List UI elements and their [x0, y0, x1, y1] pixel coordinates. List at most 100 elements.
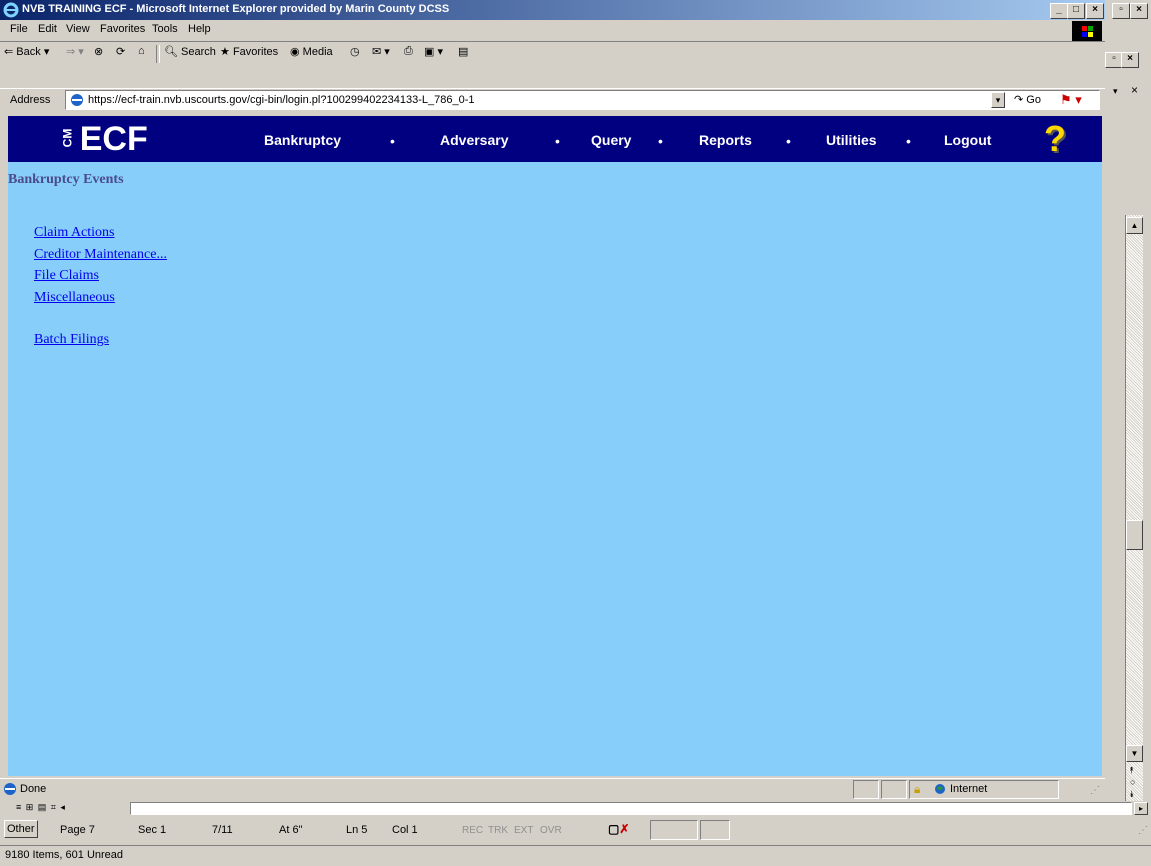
edit-word-icon[interactable]: ▣ ▾	[424, 45, 443, 61]
window-title: NVB TRAINING ECF - Microsoft Internet Ex…	[22, 3, 450, 15]
back-label: Back	[16, 46, 41, 58]
back-button[interactable]: ⇐ Back ▾	[4, 45, 49, 61]
ecf-logo-prefix: CM	[60, 128, 75, 148]
mail-icon[interactable]: ✉ ▾	[372, 45, 390, 61]
minimize-button[interactable]: _	[1050, 3, 1068, 19]
word-status-bar: Other Page 7 Sec 1 7/11 At 6" Ln 5 Col 1…	[0, 817, 1151, 843]
status-line: Ln 5	[346, 824, 368, 836]
search-icon: 🔍︎	[164, 46, 178, 58]
go-button[interactable]: ↷ Go	[1014, 93, 1041, 106]
horizontal-scrollbar[interactable]	[130, 802, 1132, 815]
status-trk[interactable]: TRK	[488, 825, 508, 836]
menu-view[interactable]: View	[66, 23, 90, 35]
next-page-icon[interactable]: ⯯	[1129, 789, 1134, 800]
scroll-down-button[interactable]: ▼	[1126, 745, 1143, 762]
background-scrollbar[interactable]: ▲ ▼ ⯭ ○ ⯯	[1125, 215, 1143, 815]
close-button[interactable]: ×	[1086, 3, 1104, 19]
background-restore-button[interactable]: ▫	[1112, 3, 1130, 19]
link-creditor-maintenance[interactable]: Creditor Maintenance...	[34, 247, 167, 263]
menu-tools[interactable]: Tools	[152, 23, 178, 35]
favorites-label: Favorites	[232, 46, 279, 58]
spelling-status-icon[interactable]: ▢✗	[608, 822, 629, 836]
history-icon[interactable]: ◷	[350, 45, 360, 61]
nav-reports[interactable]: Reports	[699, 132, 752, 148]
nav-adversary[interactable]: Adversary	[440, 132, 509, 148]
status-text: Done	[20, 783, 47, 795]
maximize-button[interactable]: □	[1067, 3, 1085, 19]
help-icon[interactable]: ?	[1044, 118, 1066, 160]
menu-edit[interactable]: Edit	[38, 23, 57, 35]
search-button[interactable]: 🔍︎ Search	[164, 45, 216, 61]
status-rec[interactable]: REC	[462, 825, 483, 836]
ecf-logo: CM ECF	[58, 120, 147, 159]
scroll-up-button[interactable]: ▲	[1126, 217, 1143, 234]
menu-favorites[interactable]: Favorites	[100, 23, 145, 35]
menu-help[interactable]: Help	[188, 23, 211, 35]
zone-label: Internet	[950, 783, 988, 795]
word-view-strip: ≡ ⊞ ▤ ⌗ ◂ ▸	[0, 801, 1151, 816]
globe-icon	[934, 783, 946, 795]
nav-separator: •	[786, 133, 791, 149]
status-ext[interactable]: EXT	[514, 825, 533, 836]
status-section: Sec 1	[138, 824, 167, 836]
menu-bar: File Edit View Favorites Tools Help	[0, 20, 1105, 42]
print-icon[interactable]: ⎙	[404, 45, 413, 61]
refresh-icon[interactable]: ⟳	[116, 45, 125, 61]
nav-query[interactable]: Query	[591, 132, 631, 148]
status-panel	[881, 780, 907, 799]
browse-object-icon[interactable]: ○	[1130, 777, 1135, 787]
media-label: Media	[302, 46, 333, 58]
address-field[interactable]: https://ecf-train.nvb.uscourts.gov/cgi-b…	[65, 90, 1100, 110]
link-miscellaneous[interactable]: Miscellaneous	[34, 290, 115, 306]
status-column: Col 1	[392, 824, 418, 836]
inner-close-button[interactable]: ×	[1121, 52, 1139, 68]
ie-logo-icon	[3, 2, 19, 18]
prev-page-icon[interactable]: ⯭	[1129, 765, 1134, 776]
chevron-down-icon: ▾	[43, 46, 50, 58]
address-dropdown-button[interactable]: ▾	[991, 92, 1005, 108]
scroll-right-button[interactable]: ▸	[1134, 802, 1148, 815]
page-icon	[69, 93, 85, 107]
status-ovr[interactable]: OVR	[540, 825, 562, 836]
nav-utilities[interactable]: Utilities	[826, 132, 877, 148]
status-panel	[650, 820, 698, 840]
other-tab[interactable]: Other	[4, 820, 38, 838]
nav-separator: •	[555, 133, 560, 149]
nav-separator: •	[906, 133, 911, 149]
media-button[interactable]: ◉ Media	[290, 45, 333, 61]
nav-logout[interactable]: Logout	[944, 132, 991, 148]
nav-separator: •	[658, 133, 663, 149]
dropdown-arrow-icon[interactable]: ▾	[1113, 86, 1118, 97]
toolbar-separator	[156, 45, 160, 63]
scroll-thumb[interactable]	[1126, 520, 1143, 550]
outlook-status-bar: 9180 Items, 601 Unread	[0, 845, 1151, 866]
address-label: Address	[10, 94, 51, 106]
go-arrow-icon: ↷	[1014, 94, 1024, 106]
ecf-header: CM ECF Bankruptcy • Adversary • Query • …	[8, 116, 1102, 162]
link-claim-actions[interactable]: Claim Actions	[34, 225, 115, 241]
forward-button[interactable]: ⇒ ▾	[66, 45, 84, 61]
favorites-button[interactable]: ★ Favorites	[220, 45, 278, 61]
back-arrow-icon: ⇐	[4, 46, 14, 58]
resize-grip-icon[interactable]: ⋰	[1090, 785, 1100, 796]
browser-status-bar: Done 🔒︎ Internet ⋰	[0, 778, 1105, 800]
discuss-icon[interactable]: ▤	[458, 45, 468, 61]
resize-grip-icon[interactable]: ⋰	[1138, 825, 1148, 836]
view-buttons[interactable]: ≡ ⊞ ▤ ⌗ ◂	[16, 802, 66, 813]
done-page-icon	[3, 782, 17, 796]
link-file-claims[interactable]: File Claims	[34, 268, 99, 284]
title-bar: NVB TRAINING ECF - Microsoft Internet Ex…	[0, 0, 1105, 20]
content-area: Bankruptcy Events Claim Actions Creditor…	[8, 162, 1102, 776]
menu-file[interactable]: File	[10, 23, 28, 35]
acrobat-icon[interactable]: ⚑ ▾	[1060, 92, 1082, 108]
background-close-button[interactable]: ×	[1130, 3, 1148, 19]
stop-icon[interactable]: ⊗	[94, 45, 103, 61]
nav-bankruptcy[interactable]: Bankruptcy	[264, 132, 341, 148]
address-url: https://ecf-train.nvb.uscourts.gov/cgi-b…	[88, 94, 475, 106]
background-window-strip: ▫ × ▾ ×	[1105, 50, 1151, 110]
close-pane-icon[interactable]: ×	[1131, 83, 1138, 97]
status-panel	[700, 820, 730, 840]
favorites-icon: ★	[220, 46, 230, 58]
link-batch-filings[interactable]: Batch Filings	[34, 332, 109, 348]
home-icon[interactable]: ⌂	[138, 45, 145, 61]
